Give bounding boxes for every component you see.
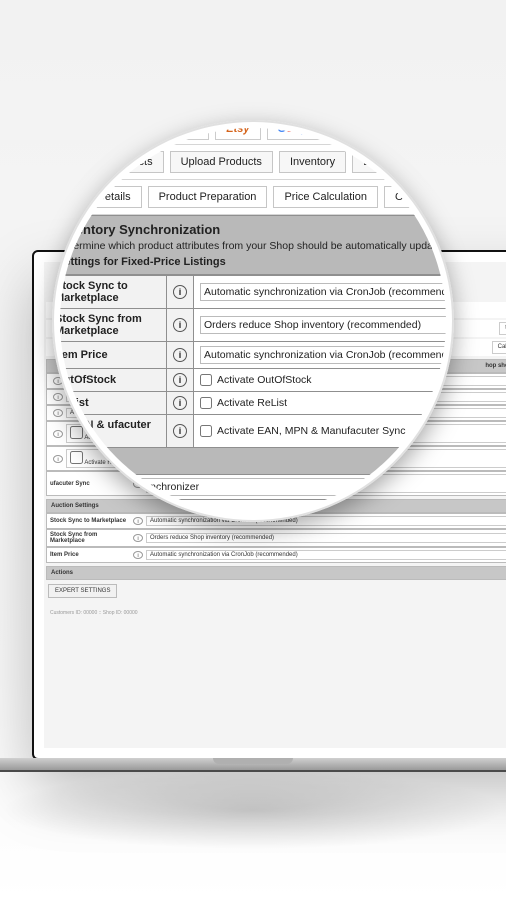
row-ean-mpn: N, MPN & ufacuter Sync i Activate EAN, M…	[60, 415, 446, 448]
info-icon[interactable]: i	[133, 534, 143, 542]
info-icon[interactable]: i	[173, 396, 187, 410]
bg-a2-lbl: Stock Sync from Marketplace	[50, 532, 130, 544]
bg-a3-val[interactable]: Automatic synchronization via CronJob (r…	[146, 550, 506, 560]
subtab-price-calc[interactable]: Price Calculation	[273, 186, 378, 208]
tab-upload-products[interactable]: Upload Products	[170, 151, 273, 173]
row-stock-from: Stock Sync from Marketplace i Orders red…	[60, 309, 446, 342]
select-lower[interactable]: Automatic synchronizer	[86, 478, 446, 496]
panel-description: Determine which product attributes from …	[60, 240, 446, 252]
checkbox-relist-label[interactable]: Activate ReList	[200, 397, 446, 409]
info-icon[interactable]: i	[173, 424, 187, 438]
select-stock-from[interactable]: Orders reduce Shop inventory (recommende…	[200, 316, 446, 334]
tab-ebay[interactable]: ebay	[91, 128, 138, 140]
bg-tab-tory[interactable]: tory	[499, 322, 506, 335]
bg-cfg-calc[interactable]: Calculation	[492, 341, 506, 354]
tab-amazon-cut[interactable]: n	[60, 128, 85, 140]
checkbox-ean[interactable]	[200, 425, 212, 437]
label-stock-from: Stock Sync from Marketplace	[60, 309, 167, 342]
subtab-order-import[interactable]: Order Import	[384, 186, 446, 208]
panel-title: Inventory Synchronization	[60, 222, 446, 237]
bg-arow-2: Stock Sync from MarketplaceiOrders reduc…	[46, 529, 506, 547]
tab-google[interactable]: Google	[267, 128, 327, 140]
checkbox-oos-label[interactable]: Activate OutOfStock	[200, 374, 446, 386]
bg-footer: Customers ID: 00000 :: Shop ID: 00000	[44, 602, 506, 624]
bg-a1-val[interactable]: Automatic synchronization via CronJob (r…	[146, 516, 506, 526]
bg-a1-lbl: Stock Sync to Marketplace	[50, 518, 130, 524]
section-tabs: Prepare Products Upload Products Invento…	[60, 145, 446, 180]
lower-single-row: i Automatic synchronizer	[60, 475, 446, 500]
checkbox-oos[interactable]	[200, 374, 212, 386]
laptop-base	[0, 758, 506, 772]
row-item-price: Item Price i Automatic synchronization v…	[60, 342, 446, 369]
label-oos: OutOfStock	[60, 369, 167, 392]
label-item-price: Item Price	[60, 342, 167, 369]
bg-a2-val[interactable]: Orders reduce Shop inventory (recommende…	[146, 533, 506, 543]
bg-actions-head: Actions	[46, 566, 506, 580]
bg-arow-3: Item PriceiAutomatic synchronization via…	[46, 547, 506, 563]
label-stock-to: Stock Sync to Marketplace	[60, 276, 167, 309]
tab-prepare-products[interactable]: Prepare Products	[60, 151, 164, 173]
checkbox-oos-text: Activate OutOfStock	[217, 374, 312, 386]
subtab-login[interactable]: Login Details	[60, 186, 142, 208]
checkbox-relist[interactable]	[200, 397, 212, 409]
marketplace-tabs: n ebay Rakuten Etsy Google	[60, 128, 446, 145]
info-icon[interactable]: i	[133, 517, 143, 525]
bg-panel-desc: hop should be automatically updated on e…	[485, 363, 506, 369]
checkbox-ean-label[interactable]: Activate EAN, MPN & Manufacuter Sync	[200, 425, 446, 437]
subtab-product-prep[interactable]: Product Preparation	[148, 186, 268, 208]
settings-table: Stock Sync to Marketplace i Automatic sy…	[60, 275, 446, 448]
info-icon[interactable]: i	[133, 551, 143, 559]
row-stock-to: Stock Sync to Marketplace i Automatic sy…	[60, 276, 446, 309]
tab-inventory[interactable]: Inventory	[279, 151, 346, 173]
tab-rakuten[interactable]: Rakuten	[144, 128, 209, 140]
info-icon[interactable]: i	[173, 318, 187, 332]
config-subtabs: Login Details Product Preparation Price …	[60, 180, 446, 215]
tab-configuration-cut[interactable]: C	[426, 151, 446, 173]
expert-settings-button[interactable]: EXPERT SETTINGS	[48, 584, 117, 598]
info-icon[interactable]: i	[173, 373, 187, 387]
inventory-sync-header: Inventory Synchronization Determine whic…	[60, 215, 446, 275]
lower-grey-bar: ttings	[60, 448, 446, 475]
checkbox-ean-text: Activate EAN, MPN & Manufacuter Sync	[217, 425, 406, 437]
info-icon[interactable]: i	[173, 348, 187, 362]
tab-error-log[interactable]: Error Log	[352, 151, 420, 173]
checkbox-relist-text: Activate ReList	[217, 397, 287, 409]
select-stock-to[interactable]: Automatic synchronization via CronJob (r…	[200, 283, 446, 301]
info-icon[interactable]: i	[60, 479, 72, 493]
label-ean-cut: N, MPN & ufacuter Sync	[60, 415, 167, 448]
magnifier-lens: n ebay Rakuten Etsy Google Prepare Produ…	[52, 120, 454, 522]
panel-subhead: Settings for Fixed-Price Listings	[60, 256, 446, 268]
tab-etsy[interactable]: Etsy	[215, 128, 260, 140]
bg-a3-lbl: Item Price	[50, 552, 130, 558]
row-relist: ReList i Activate ReList	[60, 392, 446, 415]
info-icon[interactable]: i	[173, 285, 187, 299]
label-relist: ReList	[60, 392, 167, 415]
select-item-price[interactable]: Automatic synchronization via CronJob (r…	[200, 346, 446, 364]
row-outofstock: OutOfStock i Activate OutOfStock	[60, 369, 446, 392]
